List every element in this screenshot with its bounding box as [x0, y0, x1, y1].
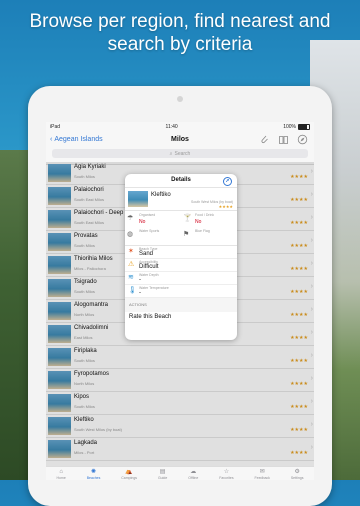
tab-favorites[interactable]: ☆ Favorites — [219, 467, 233, 480]
rate-beach-button[interactable]: Rate this Beach — [125, 312, 237, 322]
tab-guide[interactable]: ▤ Guide — [158, 467, 167, 480]
popover-beach-summary: Kleftiko South West Milos (by boat) ★★★★ — [125, 188, 237, 211]
spec-value: Sand — [139, 251, 154, 257]
amenity-label: Organised — [139, 213, 156, 217]
tab-feedback[interactable]: ✉ Feedback — [255, 467, 270, 480]
tab-label: Settings — [290, 476, 304, 480]
clock: 11:40 — [165, 124, 178, 130]
battery-percent: 100% — [283, 124, 296, 130]
tab-offline[interactable]: ☁ Offline — [188, 467, 198, 480]
tab-label: Beaches — [86, 476, 101, 480]
drink-icon: 🍸 — [183, 215, 192, 222]
favorites-icon: ☆ — [223, 469, 230, 475]
feedback-icon: ✉ — [259, 469, 265, 475]
offline-icon: ☁ — [190, 469, 197, 475]
amenity-value: No — [195, 219, 202, 225]
search-placeholder: Search — [174, 150, 191, 157]
spec-water-temperature: 🌡 Water Temperature - — [125, 285, 237, 298]
compass-icon[interactable] — [297, 134, 308, 145]
compass-icon[interactable]: ➚ — [223, 177, 232, 186]
tab-bar: ⌂ Home ✺ Beaches ⛺ Campings ▤ Guide ☁ Offline ☆ Fav… — [46, 466, 314, 480]
popover-header: Details ➚ — [125, 174, 237, 188]
rating-stars: ★★★★ — [218, 204, 233, 209]
tab-label: Guide — [157, 476, 168, 480]
spec-water-depth: ≋ Water Depth - — [125, 272, 237, 285]
umbrella-icon: ☂ — [127, 215, 134, 222]
camera — [177, 96, 183, 102]
flag-icon: ⚑ — [183, 231, 190, 238]
tab-campings[interactable]: ⛺ Campings — [121, 467, 137, 480]
spec-label: Water Temperature — [139, 286, 169, 290]
actions-header: ACTIONS — [125, 298, 237, 312]
thermometer-icon: 🌡 — [128, 287, 137, 294]
settings-icon: ⚙ — [294, 469, 300, 475]
navigation-bar: ‹ Aegean Islands Milos — [46, 132, 314, 148]
tab-label: Offline — [188, 476, 199, 480]
spec-beach-type: ✶ Beach Type Sand — [125, 246, 237, 259]
status-right: 100% — [283, 124, 310, 130]
amenity-food-drink: 🍸 Food / Drink No — [181, 212, 235, 228]
amenity-value: No — [139, 219, 146, 225]
spec-label: Water Depth — [139, 273, 159, 277]
amenity-label: Food / Drink — [195, 213, 215, 217]
depth-icon: ≋ — [128, 274, 134, 281]
paperclip-icon[interactable] — [259, 134, 270, 145]
tab-beaches[interactable]: ✺ Beaches — [87, 467, 101, 480]
nav-actions — [259, 134, 308, 145]
amenities-grid: ☂ Organised No 🍸 Food / Drink No ◍ Water… — [125, 211, 237, 246]
amenity-organised: ☂ Organised No — [125, 212, 179, 228]
tab-label: Home — [56, 476, 66, 480]
tab-label: Favorites — [219, 476, 234, 480]
tab-home[interactable]: ⌂ Home — [56, 467, 65, 480]
amenity-label: Water Sports — [139, 229, 160, 233]
guide-icon: ▤ — [159, 469, 166, 475]
spec-value: - — [139, 290, 141, 296]
battery-icon — [298, 124, 310, 130]
beach-thumbnail — [128, 191, 148, 207]
amenity-water-sports: ◍ Water Sports — [125, 228, 179, 244]
popover-title: Details — [171, 177, 191, 183]
spec-value: - — [139, 277, 141, 283]
spec-accessibility: ⚠ Accessibility Difficult — [125, 259, 237, 272]
search-input[interactable]: ⌕ Search — [52, 149, 308, 158]
beach-name: Kleftiko — [151, 192, 171, 198]
app-screen: iPad 11:40 100% ‹ Aegean Islands Milos ⌕ — [46, 122, 314, 480]
book-icon[interactable] — [278, 134, 289, 145]
details-popover: Details ➚ Kleftiko South West Milos (by … — [125, 174, 237, 340]
promo-headline: Browse per region, find nearest and sear… — [29, 11, 331, 55]
camping-icon: ⛺ — [125, 469, 133, 475]
spec-value: Difficult — [139, 264, 159, 270]
carrier-label: iPad — [50, 124, 61, 130]
home-icon: ⌂ — [59, 469, 63, 475]
search-icon: ⌕ — [169, 150, 173, 157]
tab-settings[interactable]: ⚙ Settings — [291, 467, 304, 480]
star-icon: ✶ — [128, 248, 134, 255]
status-bar: iPad 11:40 100% — [46, 122, 314, 132]
amenity-blue-flag: ⚑ Blue Flag — [181, 228, 235, 244]
ball-icon: ◍ — [127, 231, 134, 238]
tab-label: Feedback — [254, 476, 270, 480]
beaches-icon: ✺ — [91, 469, 97, 475]
tab-label: Campings — [121, 476, 138, 480]
amenity-label: Blue Flag — [195, 229, 210, 233]
warning-icon: ⚠ — [128, 261, 135, 268]
